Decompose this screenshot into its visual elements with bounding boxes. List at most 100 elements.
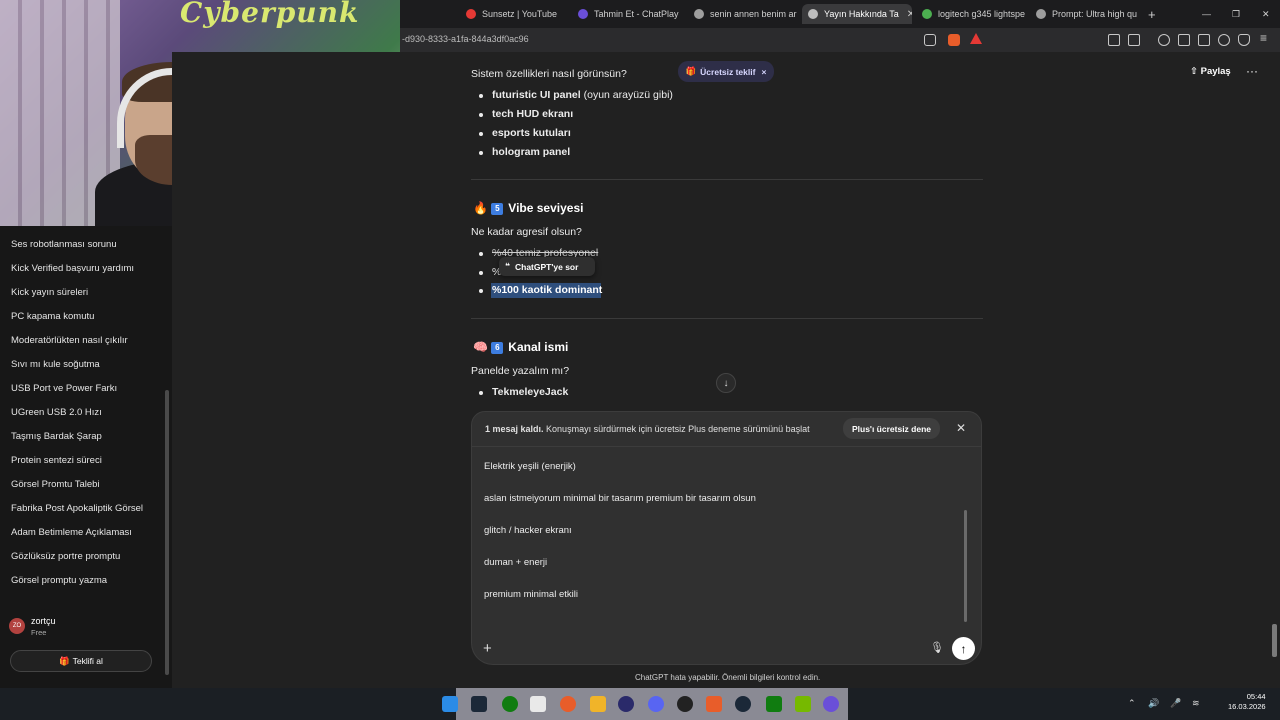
steam-icon[interactable] xyxy=(471,696,487,712)
browser-menu-icon[interactable]: ≡ xyxy=(1260,31,1267,45)
share-button[interactable]: ⇧ Paylaş xyxy=(1190,66,1231,77)
list-item: futuristic UI panel (oyun arayüzü gibi) xyxy=(479,89,673,101)
scroll-down-button[interactable]: ↓ xyxy=(716,373,736,393)
network-icon[interactable]: ≋ xyxy=(1192,698,1200,709)
sidebar-item[interactable]: Sıvı mı kule soğutma xyxy=(11,359,100,370)
sidebar-item[interactable]: UGreen USB 2.0 Hızı xyxy=(11,407,102,418)
sidebar-item[interactable]: Görsel Promtu Talebi xyxy=(11,479,100,490)
try-plus-button[interactable]: Plus'ı ücretsiz dene xyxy=(843,418,940,439)
quote-icon: ❝ xyxy=(505,261,510,271)
clock-date: 16.03.2026 xyxy=(1228,702,1266,711)
sidebar-item[interactable]: Taşmış Bardak Şarap xyxy=(11,431,102,442)
file-explorer-icon[interactable] xyxy=(590,696,606,712)
avatar[interactable]: ZO xyxy=(9,618,25,634)
volume-icon[interactable]: 🔊 xyxy=(1148,698,1159,709)
claim-offer-button[interactable]: 🎁 Teklifi al xyxy=(10,650,152,672)
app-icon[interactable] xyxy=(677,696,693,712)
sidebar-item[interactable]: Kick Verified başvuru yardımı xyxy=(11,263,134,274)
section-title: Vibe seviyesi xyxy=(508,201,584,215)
composer-line[interactable]: duman + enerji xyxy=(484,557,547,568)
clock-time: 05:44 xyxy=(1246,692,1266,701)
vpn-icon[interactable] xyxy=(1238,34,1250,46)
composer-line[interactable]: aslan istmeiyorum minimal bir tasarım pr… xyxy=(484,493,756,504)
composer-line[interactable]: premium minimal etkili xyxy=(484,589,578,600)
media-icon[interactable] xyxy=(1158,34,1170,46)
sidebar-item[interactable]: Protein sentezi süreci xyxy=(11,455,102,466)
address-bar[interactable]: -d930-8333-a1fa-844a3df0ac96 ≡ xyxy=(400,28,1280,52)
user-name[interactable]: zortçu xyxy=(31,616,56,626)
tray-overflow-icon[interactable]: ⌃ xyxy=(1128,698,1136,709)
sidebar-item[interactable]: Gözlüksüz portre promptu xyxy=(11,551,120,562)
new-tab-button[interactable]: + xyxy=(1142,4,1162,24)
question-text: Sistem özellikleri nasıl görünsün? xyxy=(471,68,627,80)
list-item-rest: (oyun arayüzü gibi) xyxy=(580,89,673,101)
xbox-app-icon[interactable] xyxy=(766,696,782,712)
composer-text: aslan istmeiyorum minimal bir tasarım pr… xyxy=(484,493,756,504)
maximize-button[interactable]: ❐ xyxy=(1226,4,1242,24)
steam-client-icon[interactable] xyxy=(735,696,751,712)
brave-icon[interactable] xyxy=(560,696,576,712)
send-button[interactable]: ↑ xyxy=(952,637,975,660)
microphone-tray-icon[interactable]: 🎤 xyxy=(1170,698,1181,709)
free-offer-label: Ücretsiz teklif xyxy=(700,66,756,77)
windows-start-icon[interactable] xyxy=(442,696,458,712)
main-scrollbar[interactable] xyxy=(1272,624,1277,657)
brain-icon: 🧠 xyxy=(473,340,488,354)
notes-icon[interactable] xyxy=(530,696,546,712)
browser-tab[interactable]: logitech g345 lightspe xyxy=(916,4,1028,24)
url-text: -d930-8333-a1fa-844a3df0ac96 xyxy=(402,34,529,44)
sidebar-item[interactable]: PC kapama komutu xyxy=(11,311,94,322)
sidebar-scrollbar[interactable] xyxy=(165,390,169,675)
sidebar-item[interactable]: Moderatörlükten nasıl çıkılır xyxy=(11,335,128,346)
close-icon[interactable]: × xyxy=(761,67,766,77)
sidebar-item[interactable]: Adam Betimleme Açıklaması xyxy=(11,527,132,538)
list-item-selected[interactable]: %100 kaotik dominant xyxy=(478,284,602,296)
brave-rewards-icon[interactable] xyxy=(970,33,982,44)
sidebar-item[interactable]: Fabrika Post Apokaliptik Görsel xyxy=(11,503,143,514)
youtube-icon xyxy=(466,9,476,19)
app-icon[interactable] xyxy=(823,696,839,712)
discord-icon[interactable] xyxy=(648,696,664,712)
close-icon[interactable]: ✕ xyxy=(956,421,966,435)
sidebar-item[interactable]: Ses robotlanması sorunu xyxy=(11,239,117,250)
sidebar-item[interactable]: USB Port ve Power Farkı xyxy=(11,383,117,394)
browser-tab[interactable]: Prompt: Ultra high qu xyxy=(1030,4,1142,24)
gift-icon: 🎁 xyxy=(59,655,70,666)
brave-shield-icon[interactable] xyxy=(948,34,960,46)
message-composer[interactable] xyxy=(471,447,982,665)
obs-icon[interactable] xyxy=(618,696,634,712)
wallet-icon[interactable] xyxy=(1198,34,1210,46)
profile-icon[interactable] xyxy=(1218,34,1230,46)
composer-line[interactable]: glitch / hacker ekranı xyxy=(484,525,572,536)
browser-tab-active[interactable]: Yayın Hakkında Ta ✕ xyxy=(802,4,912,24)
list-item: esports kutuları xyxy=(479,127,571,139)
system-clock[interactable]: 05:44 16.03.2026 xyxy=(1228,692,1266,712)
free-offer-pill[interactable]: 🎁 Ücretsiz teklif × xyxy=(678,61,774,82)
window-close-button[interactable]: ✕ xyxy=(1256,4,1272,24)
minimize-button[interactable]: — xyxy=(1196,4,1212,24)
microphone-icon[interactable]: 🎙 xyxy=(930,641,944,654)
add-attachment-icon[interactable]: + xyxy=(483,640,492,657)
gift-icon: 🎁 xyxy=(685,66,697,76)
tab-label: Yayın Hakkında Ta xyxy=(824,9,899,19)
composer-line[interactable]: Elektrik yeşili (enerjik) xyxy=(484,461,576,472)
xbox-icon[interactable] xyxy=(502,696,518,712)
screenshot-icon[interactable] xyxy=(1128,34,1140,46)
composer-scrollbar[interactable] xyxy=(964,510,967,622)
tab-close-icon[interactable]: ✕ xyxy=(907,9,912,20)
sidebar-toggle-icon[interactable] xyxy=(1178,34,1190,46)
prompt-icon xyxy=(1036,9,1046,19)
ask-chatgpt-tooltip[interactable]: ❝ ChatGPT'ye sor xyxy=(499,257,595,276)
nvidia-icon[interactable] xyxy=(795,696,811,712)
user-plan: Free xyxy=(31,628,47,637)
brave-browser-icon[interactable] xyxy=(706,696,722,712)
sidebar-item[interactable]: Kick yayın süreleri xyxy=(11,287,88,298)
browser-tab[interactable]: Tahmin Et - ChatPlay xyxy=(572,4,687,24)
limit-text: 1 mesaj kaldı. Konuşmayı sürdürmek için … xyxy=(485,424,810,434)
browser-tab[interactable]: Sunsetz | YouTube xyxy=(460,4,570,24)
sidebar-item[interactable]: Görsel promptu yazma xyxy=(11,575,107,586)
extensions-icon[interactable] xyxy=(1108,34,1120,46)
more-options-icon[interactable]: ··· xyxy=(1246,64,1258,78)
browser-tab[interactable]: senin annen benim ar xyxy=(688,4,798,24)
share-page-icon[interactable] xyxy=(924,34,936,46)
